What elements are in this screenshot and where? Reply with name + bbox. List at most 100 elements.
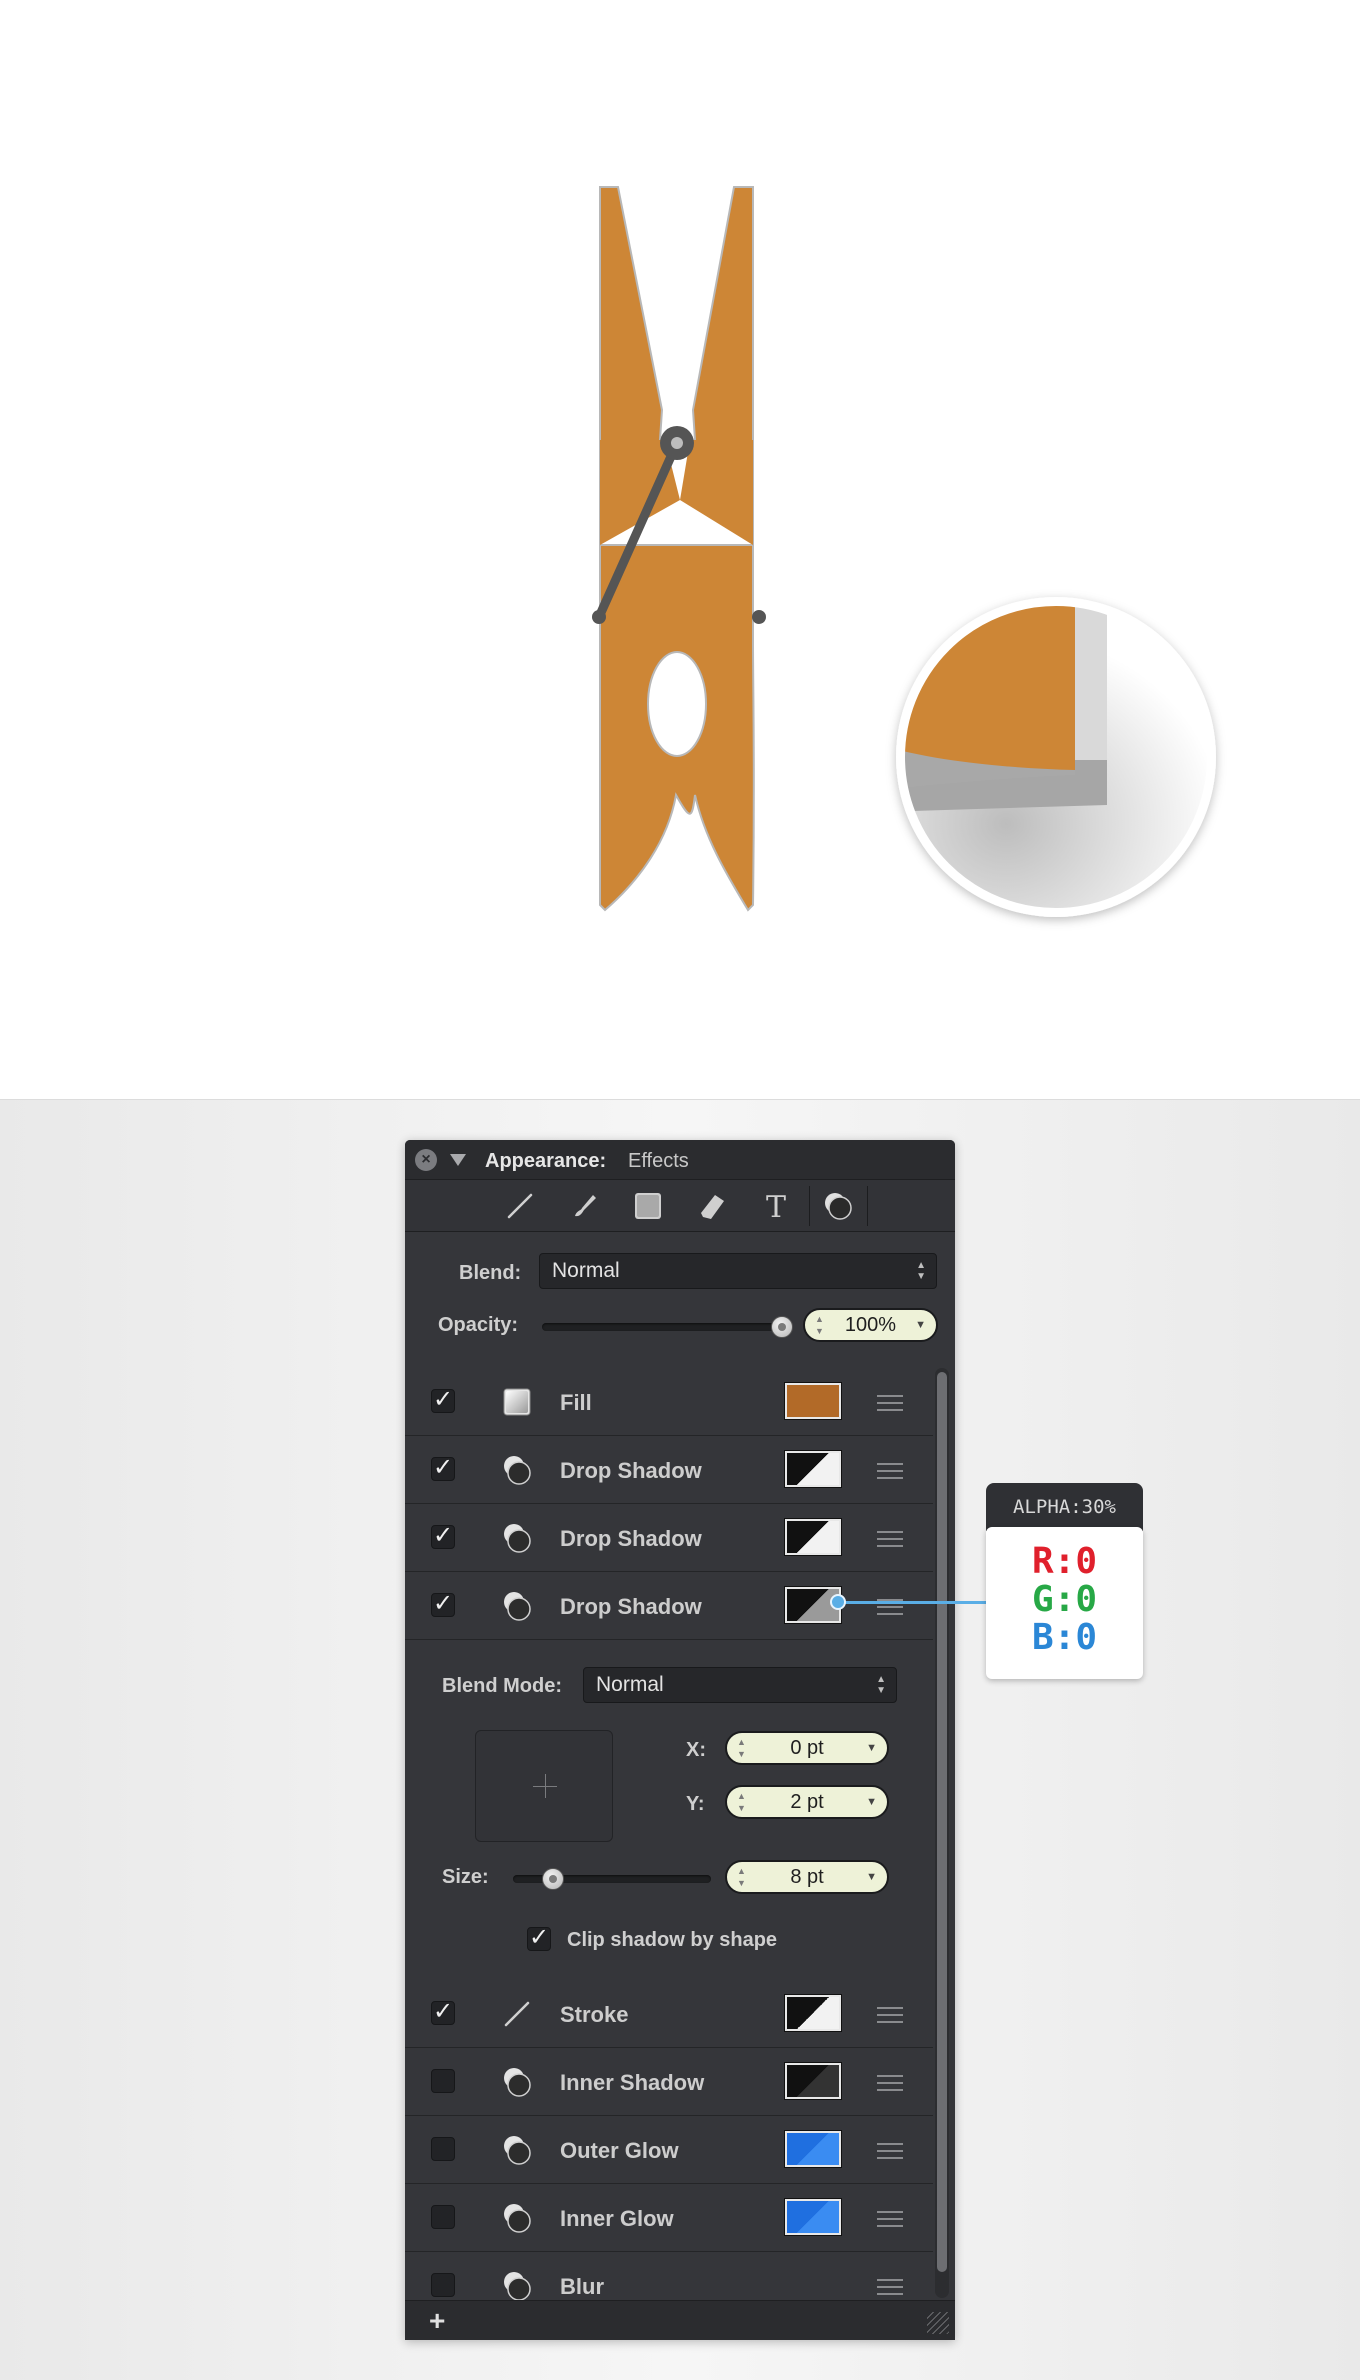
opacity-stepper[interactable]: ▲ ▼ 100% ▼ (803, 1308, 938, 1342)
effect-enable-checkbox[interactable] (431, 2273, 455, 2297)
opacity-value: 100% (844, 1314, 897, 1336)
drag-handle-icon[interactable] (877, 1395, 903, 1416)
fill-tool-icon[interactable] (631, 1189, 665, 1223)
add-effect-button[interactable]: + (429, 2305, 445, 2337)
offset-preview[interactable] (475, 1730, 613, 1842)
appearance-panel: × Appearance: Effects T Blend: Normal ▲ ▼… (405, 1140, 955, 2340)
effect-label: Drop Shadow (560, 1458, 702, 1483)
stroke-tool-icon[interactable] (503, 1189, 537, 1223)
y-stepper[interactable]: ▲ ▼ 2 pt ▼ (725, 1785, 889, 1819)
effect-row[interactable]: ✓ Fill (405, 1368, 933, 1436)
close-icon[interactable]: × (415, 1149, 437, 1171)
collapse-triangle-icon[interactable] (450, 1154, 466, 1166)
effect-color-swatch[interactable] (785, 2063, 841, 2099)
effect-enable-checkbox[interactable] (431, 2205, 455, 2229)
opacity-label: Opacity: (438, 1314, 519, 1336)
shadow-icon (500, 1521, 534, 1555)
color-callout: ALPHA:30% R:0 G:0 B:0 (986, 1483, 1143, 1679)
drag-handle-icon[interactable] (877, 2075, 903, 2096)
clothespin (592, 186, 766, 912)
blend-mode-select[interactable]: Normal ▲ ▼ (583, 1667, 897, 1703)
effect-row[interactable]: ✓ Stroke (405, 1980, 933, 2048)
blend-mode-label: Blend Mode: (442, 1675, 562, 1697)
effect-row[interactable]: Outer Glow (405, 2116, 933, 2184)
drag-handle-icon[interactable] (877, 1531, 903, 1552)
drag-handle-icon[interactable] (877, 2211, 903, 2232)
stepper-arrows-icon: ▲ ▼ (737, 1737, 746, 1759)
effect-row[interactable]: ✓ Drop Shadow (405, 1436, 933, 1504)
magnified-corner (901, 602, 1211, 912)
drag-handle-icon[interactable] (877, 2143, 903, 2164)
effect-label: Outer Glow (560, 2138, 679, 2163)
effect-enable-checkbox[interactable]: ✓ (431, 1592, 455, 1617)
effect-row[interactable]: ✓ Drop Shadow (405, 1504, 933, 1572)
blend-label: Blend: (459, 1262, 522, 1284)
effect-row[interactable]: ✓ Drop Shadow (405, 1572, 933, 1640)
opacity-slider[interactable] (542, 1323, 782, 1331)
shadow-icon (500, 1453, 534, 1487)
effect-enable-checkbox[interactable] (431, 2069, 455, 2093)
chevron-down-icon: ▼ (915, 1319, 926, 1331)
effects-tool-icon[interactable] (821, 1189, 855, 1223)
effect-color-swatch[interactable] (785, 2199, 841, 2235)
callout-green-value: G:0 (1031, 1579, 1098, 1620)
effect-color-swatch[interactable] (785, 1383, 841, 1419)
callout-connector (838, 1601, 988, 1604)
fill-square-icon (500, 1385, 534, 1419)
effect-color-swatch[interactable] (785, 1519, 841, 1555)
size-stepper[interactable]: ▲ ▼ 8 pt ▼ (725, 1860, 889, 1894)
shadow-icon (500, 2065, 534, 2099)
effect-enable-checkbox[interactable]: ✓ (431, 1456, 455, 1481)
text-tool-icon[interactable]: T (759, 1189, 793, 1225)
callout-body: R:0 G:0 B:0 (986, 1527, 1143, 1679)
x-stepper[interactable]: ▲ ▼ 0 pt ▼ (725, 1731, 889, 1765)
stepper-arrows-icon: ▲ ▼ (737, 1791, 746, 1813)
clip-shadow-checkbox[interactable]: ✓ (527, 1926, 551, 1951)
effect-label: Drop Shadow (560, 1526, 702, 1551)
effect-row[interactable]: Inner Glow (405, 2184, 933, 2252)
tool-tabs: T (405, 1180, 955, 1232)
effect-enable-checkbox[interactable]: ✓ (431, 1524, 455, 1549)
select-arrows-icon: ▲ ▼ (916, 1260, 926, 1282)
drag-handle-icon[interactable] (877, 2279, 903, 2300)
effect-row[interactable]: Inner Shadow (405, 2048, 933, 2116)
tag-tool-icon[interactable] (695, 1189, 729, 1223)
chevron-down-icon: ▼ (866, 1742, 877, 1754)
shadow-icon (500, 2201, 534, 2235)
effect-label: Inner Shadow (560, 2070, 705, 2095)
effect-color-swatch[interactable] (785, 1995, 841, 2031)
size-label: Size: (442, 1866, 489, 1888)
opacity-slider-knob[interactable] (771, 1316, 793, 1338)
callout-anchor-dot (830, 1594, 846, 1610)
effect-enable-checkbox[interactable]: ✓ (431, 1388, 455, 1413)
y-label: Y: (686, 1793, 705, 1815)
effects-scrollbar[interactable] (935, 1368, 949, 2298)
clip-shadow-label: Clip shadow by shape (567, 1929, 778, 1951)
effect-enable-checkbox[interactable] (431, 2137, 455, 2161)
callout-red-value: R:0 (1031, 1541, 1098, 1582)
panel-title: Appearance: (485, 1150, 607, 1172)
effect-enable-checkbox[interactable]: ✓ (431, 2000, 455, 2025)
drag-handle-icon[interactable] (877, 2007, 903, 2028)
stroke-line-icon (500, 1997, 534, 2031)
effect-color-swatch[interactable] (785, 1451, 841, 1487)
blend-select[interactable]: Normal ▲ ▼ (539, 1253, 937, 1289)
callout-blue-value: B:0 (1031, 1617, 1098, 1658)
select-arrows-icon: ▲ ▼ (876, 1674, 886, 1696)
shadow-icon (500, 2269, 534, 2303)
x-label: X: (686, 1739, 706, 1761)
panel-subtitle: Effects (628, 1150, 689, 1172)
shadow-icon (500, 1589, 534, 1623)
effect-label: Inner Glow (560, 2206, 674, 2231)
blend-mode-value: Normal (596, 1673, 664, 1696)
drag-handle-icon[interactable] (877, 1463, 903, 1484)
resize-grip-icon[interactable] (927, 2312, 949, 2334)
stepper-arrows-icon: ▲ ▼ (737, 1866, 746, 1888)
blend-value: Normal (552, 1259, 620, 1282)
effect-label: Drop Shadow (560, 1594, 702, 1619)
x-value: 0 pt (790, 1737, 824, 1759)
scrollbar-thumb[interactable] (937, 1372, 947, 2272)
size-slider-knob[interactable] (541, 1868, 564, 1890)
effect-color-swatch[interactable] (785, 2131, 841, 2167)
brush-tool-icon[interactable] (567, 1189, 601, 1223)
